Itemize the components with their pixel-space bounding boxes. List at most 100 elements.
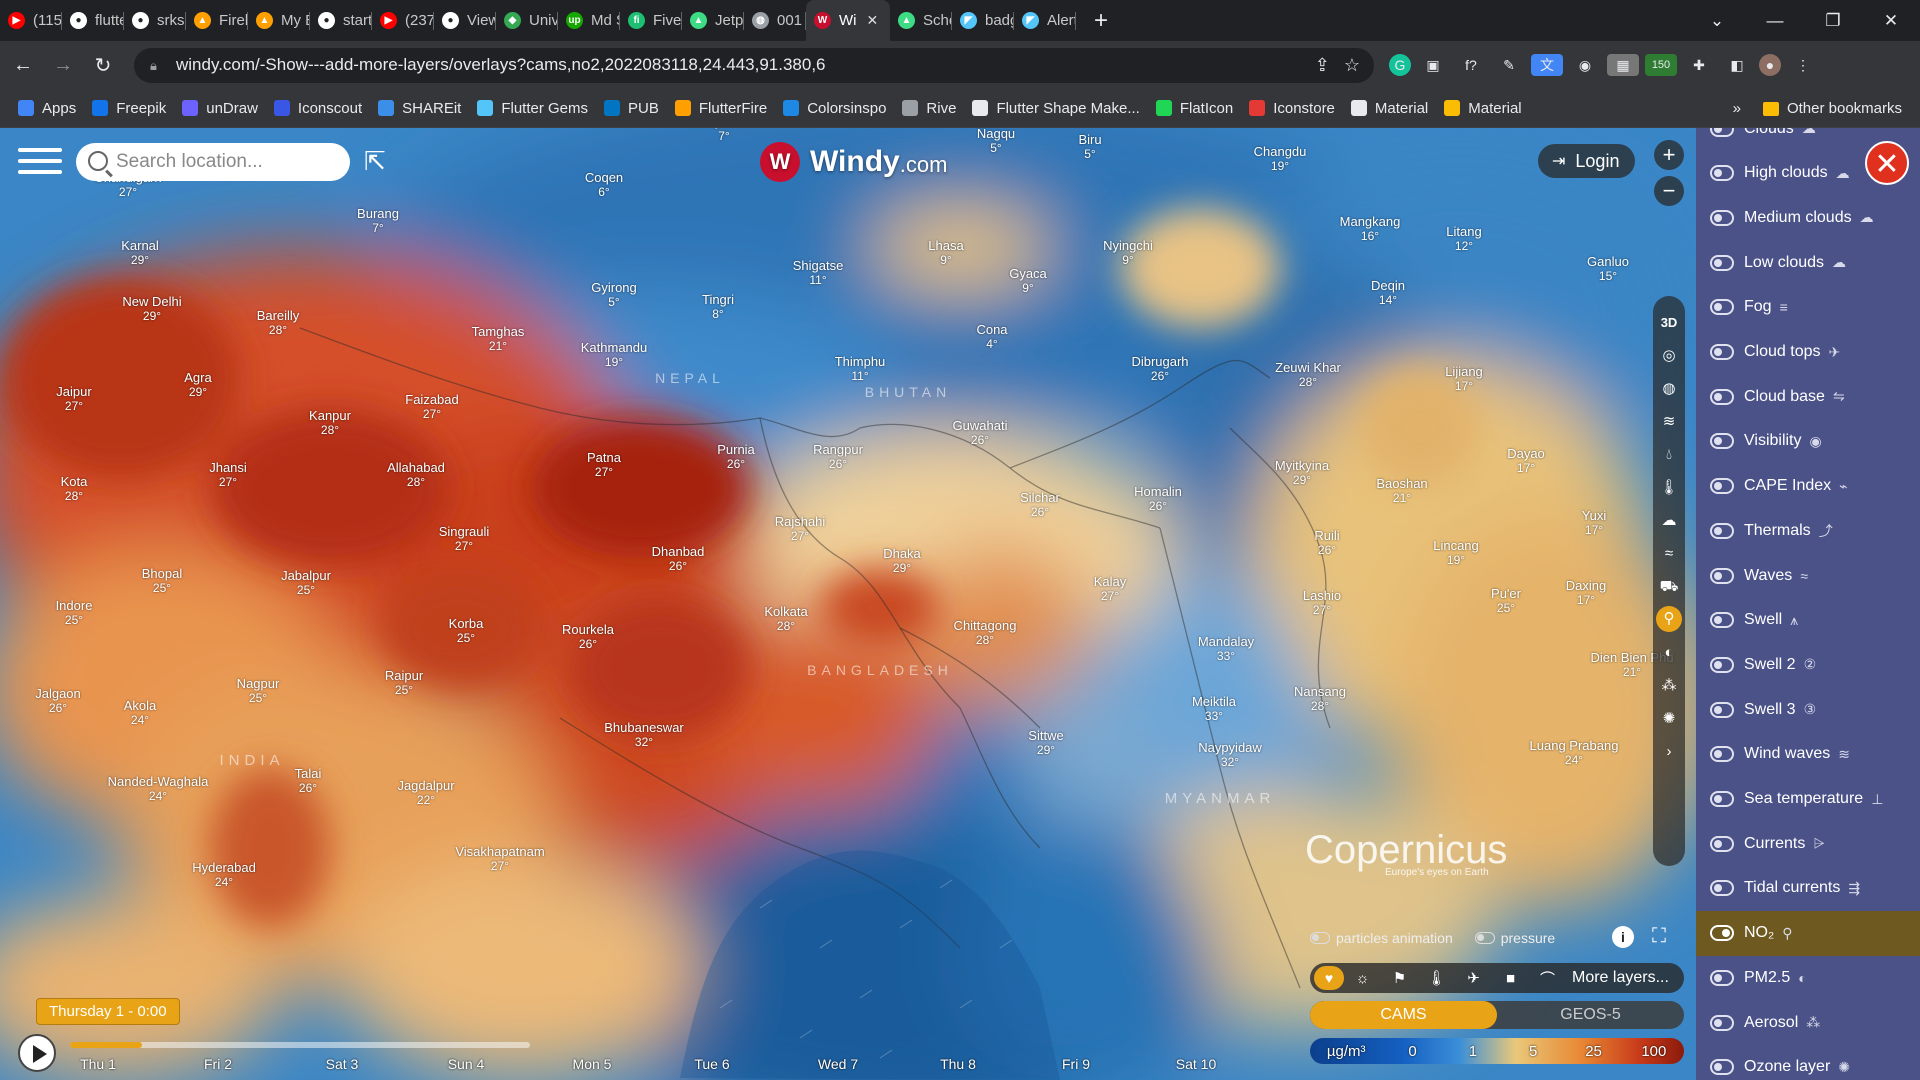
city-label[interactable]: Purnia 26°: [717, 442, 755, 472]
browser-tab[interactable]: ▶ (2370): [372, 0, 434, 41]
layer-toggle[interactable]: [1710, 656, 1734, 673]
layer-toggle[interactable]: [1710, 165, 1734, 182]
city-label[interactable]: Allahabad 28°: [387, 460, 445, 490]
layer-item[interactable]: Tidal currents ⇶: [1696, 866, 1920, 911]
layer-item[interactable]: Swell ⩚: [1696, 598, 1920, 643]
layer-item[interactable]: Aerosol ⁂: [1696, 1000, 1920, 1045]
translate-icon[interactable]: 文: [1531, 54, 1563, 76]
city-label[interactable]: Zeuwi Khar 28°: [1275, 360, 1341, 390]
city-label[interactable]: Burang 7°: [357, 206, 399, 236]
image-ext-icon[interactable]: ▦: [1607, 54, 1639, 76]
reload-icon[interactable]: ↻: [86, 53, 120, 78]
layer-item[interactable]: NO₂ ⚲: [1696, 910, 1920, 956]
city-label[interactable]: Kolkata 28°: [764, 604, 807, 634]
timeline-day[interactable]: Thu 1: [80, 1056, 116, 1072]
layer-toggle[interactable]: [1710, 388, 1734, 405]
layer-toggle[interactable]: [1710, 567, 1734, 584]
layer-item[interactable]: Medium clouds ☁︎: [1696, 195, 1920, 240]
browser-tab[interactable]: ● srksifa: [124, 0, 186, 41]
ozone-icon[interactable]: ✺: [1663, 702, 1676, 735]
globe-icon[interactable]: ◍: [1662, 372, 1675, 405]
city-label[interactable]: Cona 4°: [976, 322, 1007, 352]
pressure-toggle[interactable]: [1474, 932, 1495, 944]
bookmark-item[interactable]: PUB: [604, 100, 659, 117]
layer-toggle[interactable]: [1710, 701, 1734, 718]
layer-toggle[interactable]: [1710, 254, 1734, 271]
city-label[interactable]: Singrauli 27°: [439, 524, 490, 554]
city-label[interactable]: Silchar 26°: [1020, 490, 1060, 520]
layer-item[interactable]: Fog ≡: [1696, 285, 1920, 330]
city-label[interactable]: Kanpur 28°: [309, 408, 351, 438]
zoom-out-button[interactable]: −: [1654, 176, 1684, 206]
layer-item[interactable]: Wind waves ≋: [1696, 732, 1920, 777]
weather-icon[interactable]: ☼: [1344, 970, 1381, 987]
city-label[interactable]: Visakhapatnam 27°: [455, 844, 544, 874]
timeline-day[interactable]: Tue 6: [694, 1056, 729, 1072]
city-label[interactable]: Tamghas 21°: [472, 324, 525, 354]
city-label[interactable]: Kalay 27°: [1094, 574, 1127, 604]
browser-tab[interactable]: ● flutter: [62, 0, 124, 41]
layer-toggle[interactable]: [1710, 969, 1734, 986]
sidebar-icon[interactable]: ◧: [1721, 54, 1753, 76]
city-label[interactable]: Mangkang 16°: [1340, 214, 1401, 244]
browser-tab[interactable]: ◤ badge: [952, 0, 1014, 41]
layer-toggle[interactable]: [1710, 791, 1734, 807]
browser-tab[interactable]: ▲ Sched: [890, 0, 952, 41]
layer-item[interactable]: Thermals ⤴: [1696, 508, 1920, 553]
city-label[interactable]: Mandalay 33°: [1198, 634, 1254, 664]
close-panel-button[interactable]: ✕: [1865, 141, 1909, 185]
layer-toggle[interactable]: [1710, 344, 1734, 360]
share-icon[interactable]: ⇱: [364, 146, 386, 177]
city-label[interactable]: Raipur 25°: [385, 668, 423, 698]
city-label[interactable]: Gyaca 9°: [1009, 266, 1047, 296]
timeline-day[interactable]: Thu 8: [940, 1056, 976, 1072]
bookmark-item[interactable]: Material: [1350, 100, 1428, 117]
city-label[interactable]: Dayao 17°: [1507, 446, 1545, 476]
city-label[interactable]: Rourkela 26°: [562, 622, 614, 652]
timeline-day[interactable]: Sun 4: [448, 1056, 485, 1072]
layer-item[interactable]: Cloud base ⇋: [1696, 374, 1920, 419]
bookmark-item[interactable]: Freepik: [92, 100, 166, 117]
city-label[interactable]: Faizabad 27°: [405, 392, 458, 422]
city-label[interactable]: Lashio 27°: [1303, 588, 1341, 618]
bookmark-item[interactable]: Rive: [902, 100, 956, 117]
browser-tab[interactable]: W Wi ✕: [806, 0, 890, 41]
minimize-icon[interactable]: —: [1746, 0, 1804, 41]
city-label[interactable]: Yuxi 17°: [1582, 508, 1607, 538]
city-label[interactable]: New Delhi 29°: [122, 294, 181, 324]
layer-toggle[interactable]: [1710, 925, 1734, 942]
city-label[interactable]: Indore 25°: [56, 598, 93, 628]
menu-kebab-icon[interactable]: ⋮: [1787, 54, 1819, 76]
counter-ext-icon[interactable]: 150: [1645, 54, 1677, 76]
layer-item[interactable]: Ozone layer ✺: [1696, 1045, 1920, 1080]
temperature-icon[interactable]: 🌡︎: [1659, 471, 1678, 504]
city-label[interactable]: Kathmandu 19°: [581, 340, 648, 370]
layer-item[interactable]: Low clouds ☁︎: [1696, 240, 1920, 285]
layer-toggle[interactable]: [1710, 1014, 1734, 1031]
city-label[interactable]: Lijiang 17°: [1445, 364, 1483, 394]
bookmark-item[interactable]: Material: [1444, 100, 1522, 117]
clouds-icon[interactable]: ☁︎: [1662, 504, 1677, 537]
layer-item[interactable]: Sea temperature ⊥: [1696, 777, 1920, 822]
layer-toggle[interactable]: [1710, 880, 1734, 897]
city-label[interactable]: Rangpur 26°: [813, 442, 863, 472]
city-label[interactable]: Bhubaneswar 32°: [604, 720, 684, 750]
city-label[interactable]: Talai 26°: [295, 766, 322, 796]
wind-icon[interactable]: ≋: [1663, 405, 1676, 438]
layer-toggle[interactable]: [1710, 835, 1734, 852]
close-tab-icon[interactable]: ✕: [867, 12, 879, 29]
city-label[interactable]: Pu'er 25°: [1491, 586, 1521, 616]
bookmark-item[interactable]: SHAREit: [378, 100, 461, 117]
fullscreen-icon[interactable]: ⛶: [1652, 925, 1666, 948]
bookmark-item[interactable]: Iconscout: [273, 100, 362, 117]
city-label[interactable]: Daxing 17°: [1566, 578, 1606, 608]
particles-toggle[interactable]: [1310, 932, 1330, 944]
expand-chevron-icon[interactable]: ›: [1667, 735, 1672, 768]
model-option[interactable]: GEOS-5: [1497, 1001, 1684, 1029]
camera-icon[interactable]: ◉: [1569, 54, 1601, 76]
zoom-in-button[interactable]: +: [1654, 140, 1684, 170]
browser-tab[interactable]: ◍ 001 D: [744, 0, 806, 41]
city-label[interactable]: Nansang 28°: [1294, 684, 1346, 714]
back-icon[interactable]: ←: [6, 54, 40, 77]
layer-item[interactable]: Waves ≈: [1696, 553, 1920, 598]
